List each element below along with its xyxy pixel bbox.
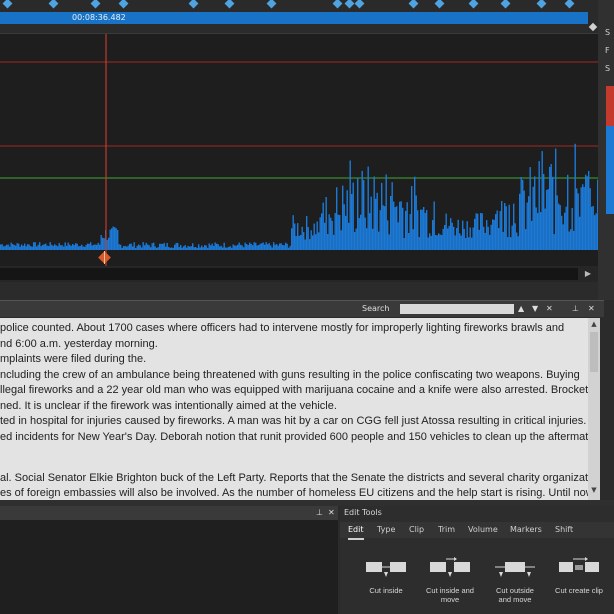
tab-type[interactable]: Type bbox=[377, 522, 395, 538]
timeline-bar[interactable]: 00:08:36.482 bbox=[0, 12, 588, 24]
transcript-line: ed incidents for New Year's Day. Deborah… bbox=[0, 431, 588, 443]
cut-inside-move-icon bbox=[430, 557, 470, 577]
level-meter-blue bbox=[606, 126, 614, 214]
right-side-panel: S F S bbox=[598, 0, 614, 300]
edit-tools-panel: Edit Tools Edit Type Clip Trim Volume Ma… bbox=[340, 506, 614, 614]
cut-inside-icon bbox=[366, 562, 406, 577]
tool-label: move bbox=[440, 595, 460, 604]
tab-shift[interactable]: Shift bbox=[555, 522, 573, 538]
cut-create-clip-button[interactable]: Cut create clip bbox=[546, 556, 612, 595]
scroll-up-icon[interactable]: ▲ bbox=[588, 320, 600, 328]
marker-strip[interactable] bbox=[0, 0, 614, 12]
transcript-line: ted in hospital for injuries caused by f… bbox=[0, 415, 587, 427]
cut-create-clip-icon bbox=[559, 557, 599, 572]
transcript-line: police counted. About 1700 cases where o… bbox=[0, 322, 565, 334]
marker-diamond[interactable] bbox=[468, 0, 479, 9]
side-label: F bbox=[605, 46, 610, 55]
marker-diamond[interactable] bbox=[536, 0, 547, 9]
marker-diamond[interactable] bbox=[266, 0, 277, 9]
tab-volume[interactable]: Volume bbox=[468, 522, 498, 538]
marker-diamond[interactable] bbox=[344, 0, 355, 9]
panel-title: Edit Tools bbox=[344, 508, 382, 517]
tab-clip[interactable]: Clip bbox=[409, 522, 424, 538]
close-icon[interactable]: ✕ bbox=[588, 302, 595, 316]
waveform-scrollbar[interactable]: ▶ bbox=[0, 266, 598, 282]
search-prev-icon[interactable]: ▲ bbox=[518, 302, 524, 316]
transcript-text-area[interactable]: police counted. About 1700 cases where o… bbox=[0, 318, 588, 500]
transcript-line: al. Social Senator Elkie Brighton buck o… bbox=[0, 472, 588, 484]
marker-diamond[interactable] bbox=[408, 0, 419, 9]
marker-diamond[interactable] bbox=[48, 0, 59, 9]
scroll-down-icon[interactable]: ▼ bbox=[588, 486, 600, 494]
transcript-line: mplaints were filed during the. bbox=[0, 353, 147, 365]
bottom-left-panel: ⊥ ✕ bbox=[0, 506, 338, 614]
marker-diamond[interactable] bbox=[332, 0, 343, 9]
scroll-thumb[interactable] bbox=[0, 268, 578, 280]
cut-inside-and-move-button[interactable]: Cut inside and move bbox=[417, 556, 483, 604]
side-label: S bbox=[605, 28, 611, 37]
tab-markers[interactable]: Markers bbox=[510, 522, 542, 538]
search-input[interactable] bbox=[400, 304, 514, 314]
search-label: Search bbox=[362, 304, 390, 313]
tool-label: Cut inside and bbox=[426, 586, 474, 595]
close-icon[interactable]: ✕ bbox=[328, 506, 335, 520]
transcript-line: es of foreign embassies will also be inv… bbox=[0, 487, 588, 499]
waveform-bars bbox=[0, 143, 598, 250]
transcript-line: ned. It is unclear if the firework was i… bbox=[0, 400, 337, 412]
search-next-icon[interactable]: ▼ bbox=[532, 302, 538, 316]
transcript-header: Search ▲ ▼ ✕ ⊥ ✕ bbox=[0, 300, 604, 317]
time-readout: 00:08:36.482 bbox=[72, 13, 126, 22]
edit-tools-tabs: Edit Type Clip Trim Volume Markers Shift bbox=[340, 522, 614, 540]
level-meter-red bbox=[606, 86, 614, 126]
marker-diamond[interactable] bbox=[434, 0, 445, 9]
scroll-right-icon[interactable]: ▶ bbox=[580, 268, 596, 280]
marker-diamond[interactable] bbox=[2, 0, 13, 9]
bottom-left-header: ⊥ ✕ bbox=[0, 506, 338, 520]
search-clear-icon[interactable]: ✕ bbox=[546, 302, 553, 316]
transcript-line: llegal fireworks and a 22 year old man w… bbox=[0, 384, 588, 396]
marker-diamond[interactable] bbox=[188, 0, 199, 9]
transcript-line: ncluding the crew of an ambulance being … bbox=[0, 369, 580, 381]
transcript-line: nd 6:00 a.m. yesterday morning. bbox=[0, 338, 158, 350]
diamond-icon[interactable] bbox=[588, 12, 598, 34]
marker-diamond[interactable] bbox=[118, 0, 129, 9]
scroll-thumb[interactable] bbox=[590, 332, 598, 372]
tool-label: Cut create clip bbox=[555, 586, 603, 595]
tool-label: Cut inside bbox=[369, 586, 403, 595]
pin-icon[interactable]: ⊥ bbox=[572, 302, 579, 316]
cut-outside-and-move-button[interactable]: Cut outside and move bbox=[482, 556, 548, 604]
side-label: S bbox=[605, 64, 611, 73]
timeline-scroll-end bbox=[588, 12, 598, 34]
cut-outside-move-icon bbox=[495, 562, 535, 577]
transcript-scrollbar[interactable]: ▲ ▼ bbox=[588, 318, 600, 500]
tab-trim[interactable]: Trim bbox=[438, 522, 455, 538]
cut-inside-button[interactable]: Cut inside bbox=[353, 556, 419, 595]
marker-diamond[interactable] bbox=[224, 0, 235, 9]
waveform-canvas[interactable] bbox=[0, 34, 598, 266]
waveform-view[interactable] bbox=[0, 34, 598, 266]
marker-diamond[interactable] bbox=[564, 0, 575, 9]
marker-diamond[interactable] bbox=[500, 0, 511, 9]
tab-edit[interactable]: Edit bbox=[348, 522, 364, 540]
marker-diamond[interactable] bbox=[354, 0, 365, 9]
pin-icon[interactable]: ⊥ bbox=[316, 506, 323, 520]
tool-label: and move bbox=[498, 595, 532, 604]
playhead-handle-icon bbox=[98, 251, 111, 264]
tool-label: Cut outside bbox=[496, 586, 534, 595]
marker-diamond[interactable] bbox=[90, 0, 101, 9]
